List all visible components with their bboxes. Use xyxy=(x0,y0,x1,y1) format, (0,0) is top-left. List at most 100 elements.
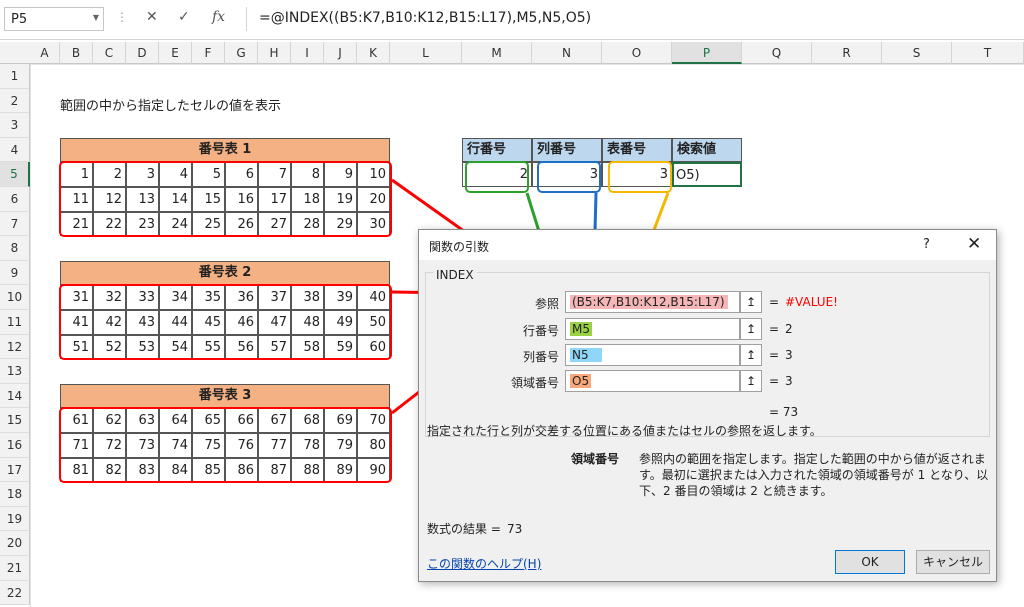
argument-equals: = xyxy=(769,374,780,388)
column-header[interactable]: J xyxy=(324,42,357,64)
lookup-header: 行番号 xyxy=(462,137,532,163)
row-header[interactable]: 20 xyxy=(0,531,30,556)
row-header[interactable]: 21 xyxy=(0,556,30,581)
table-title: 番号表 1 xyxy=(60,137,390,162)
argument-label: 行番号 xyxy=(522,324,559,338)
excel-window: P5 ▼ ⋮ ✕ ✓ fx =@INDEX((B5:K7,B10:K12,B15:… xyxy=(0,0,1024,607)
row-header[interactable]: 1 xyxy=(0,64,30,89)
row-header[interactable]: 3 xyxy=(0,113,30,138)
formula-result-value: 73 xyxy=(507,522,523,536)
argument-equals: = xyxy=(769,322,780,336)
row-header[interactable]: 2 xyxy=(0,88,30,114)
argument-equals: = xyxy=(769,348,780,362)
formula-input[interactable]: =@INDEX((B5:K7,B10:K12,B15:L17),M5,N5,O5… xyxy=(246,7,1018,31)
table-highlight xyxy=(59,161,392,238)
argument-input[interactable]: N5 xyxy=(565,344,740,366)
column-header[interactable]: A xyxy=(30,42,60,64)
row-header[interactable]: 4 xyxy=(0,137,30,163)
table-title: 番号表 2 xyxy=(60,260,390,285)
table-highlight xyxy=(59,284,392,361)
argument-input[interactable]: O5 xyxy=(565,370,740,392)
argument-label: 参照 xyxy=(534,297,559,311)
column-header[interactable]: N xyxy=(532,42,602,64)
row-header[interactable]: 6 xyxy=(0,187,30,212)
lookup-value[interactable]: O5) xyxy=(672,162,742,187)
row-header[interactable]: 18 xyxy=(0,482,30,507)
row-header[interactable]: 15 xyxy=(0,408,30,433)
argument-description: 参照内の範囲を指定します。指定した範囲の中から値が返されます。最初に選択または入… xyxy=(639,452,989,498)
row-header[interactable]: 16 xyxy=(0,433,30,458)
lookup-highlight xyxy=(465,161,529,193)
row-header[interactable]: 5 xyxy=(0,162,30,187)
row-header[interactable]: 7 xyxy=(0,211,30,237)
collapse-reference-button[interactable]: ↥ xyxy=(740,291,762,313)
row-header[interactable]: 12 xyxy=(0,334,30,360)
dialog-title: 関数の引数 xyxy=(429,240,490,254)
row-header[interactable]: 19 xyxy=(0,506,30,532)
name-box[interactable]: P5 ▼ xyxy=(4,7,104,31)
column-header[interactable]: O xyxy=(602,42,672,64)
column-header[interactable]: H xyxy=(258,42,291,64)
collapse-reference-button[interactable]: ↥ xyxy=(740,370,762,392)
argument-input[interactable]: (B5:K7,B10:K12,B15:L17) xyxy=(565,291,740,313)
argument-value: (B5:K7,B10:K12,B15:L17) xyxy=(570,295,728,309)
argument-name: 領域番号 xyxy=(571,452,620,466)
argument-result: 3 xyxy=(785,374,793,388)
row-header[interactable]: 22 xyxy=(0,580,30,606)
column-header[interactable]: C xyxy=(93,42,126,64)
table-title: 番号表 3 xyxy=(60,383,390,408)
column-header[interactable]: Q xyxy=(742,42,812,64)
column-header[interactable]: P xyxy=(672,42,742,64)
lookup-header: 検索値 xyxy=(672,137,742,163)
column-header[interactable]: L xyxy=(390,42,462,64)
sheet-heading: 範囲の中から指定したセルの値を表示 xyxy=(60,99,282,114)
collapse-reference-button[interactable]: ↥ xyxy=(740,318,762,340)
column-headers: ABCDEFGHIJKLMNOPQRST xyxy=(0,42,1024,64)
formula-bar: P5 ▼ ⋮ ✕ ✓ fx =@INDEX((B5:K7,B10:K12,B15:… xyxy=(0,0,1024,40)
argument-value: N5 xyxy=(570,348,602,362)
argument-value: M5 xyxy=(570,322,592,336)
insert-function-icon[interactable]: fx xyxy=(212,9,225,25)
row-header[interactable]: 8 xyxy=(0,236,30,261)
divider-handle-icon: ⋮ xyxy=(116,10,128,24)
column-header[interactable]: E xyxy=(159,42,192,64)
argument-label: 列番号 xyxy=(522,350,559,364)
overall-result: = 73 xyxy=(769,405,799,419)
column-header[interactable]: D xyxy=(126,42,159,64)
help-icon[interactable]: ? xyxy=(923,237,930,252)
row-header[interactable]: 13 xyxy=(0,359,30,384)
lookup-header: 列番号 xyxy=(532,137,602,163)
enter-icon[interactable]: ✓ xyxy=(178,9,190,25)
column-header[interactable]: G xyxy=(225,42,258,64)
row-header[interactable]: 10 xyxy=(0,285,30,310)
row-header[interactable]: 11 xyxy=(0,310,30,335)
cancel-button[interactable]: キャンセル xyxy=(916,550,990,574)
row-header[interactable]: 9 xyxy=(0,260,30,286)
function-name: INDEX xyxy=(433,268,477,282)
ok-button[interactable]: OK xyxy=(835,550,905,574)
argument-equals: = xyxy=(769,295,780,309)
chevron-down-icon[interactable]: ▼ xyxy=(93,13,99,22)
argument-input[interactable]: M5 xyxy=(565,318,740,340)
function-arguments-dialog: 関数の引数 ? ✕ INDEX 参照 (B5:K7,B10:K12,B15:L17… xyxy=(418,229,997,582)
column-header[interactable]: R xyxy=(812,42,882,64)
argument-result: #VALUE! xyxy=(785,295,838,309)
row-header[interactable]: 17 xyxy=(0,457,30,483)
column-header[interactable]: S xyxy=(882,42,952,64)
function-description: 指定された行と列が交差する位置にある値またはセルの参照を返します。 xyxy=(427,424,822,438)
collapse-reference-button[interactable]: ↥ xyxy=(740,344,762,366)
close-icon[interactable]: ✕ xyxy=(967,234,981,254)
column-header[interactable]: T xyxy=(952,42,1024,64)
row-header[interactable]: 14 xyxy=(0,383,30,409)
column-header[interactable]: K xyxy=(357,42,390,64)
column-header[interactable]: M xyxy=(462,42,532,64)
column-header[interactable]: B xyxy=(60,42,93,64)
column-header[interactable]: F xyxy=(192,42,225,64)
lookup-highlight xyxy=(537,161,601,193)
function-help-link[interactable]: この関数のヘルプ(H) xyxy=(427,555,541,572)
column-header[interactable]: I xyxy=(291,42,324,64)
argument-value: O5 xyxy=(570,374,592,388)
lookup-header: 表番号 xyxy=(602,137,672,163)
cancel-icon[interactable]: ✕ xyxy=(146,9,158,25)
argument-result: 2 xyxy=(785,322,793,336)
